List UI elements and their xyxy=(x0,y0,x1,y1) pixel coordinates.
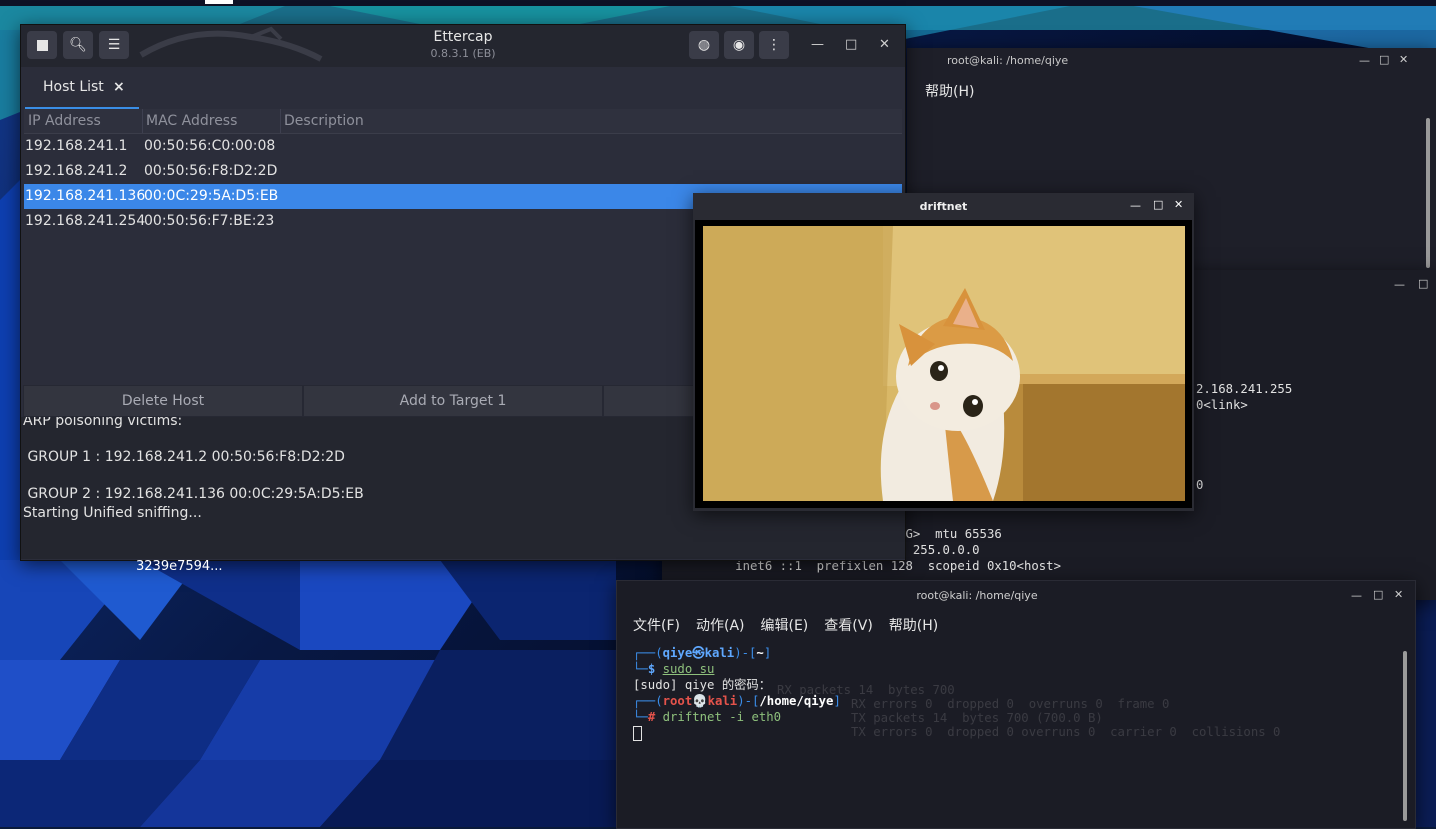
command-text: driftnet -i eth0 xyxy=(662,710,782,724)
column-separator[interactable] xyxy=(280,109,281,133)
menu-view[interactable]: 查看(V) xyxy=(824,618,873,634)
prompt-host: kali xyxy=(704,646,735,660)
output-fragment-broadcast: 2.168.241.255 xyxy=(1196,382,1293,396)
cat-illustration xyxy=(703,226,1185,501)
minimize-icon[interactable]: — xyxy=(1351,589,1362,602)
output-line: [sudo] qiye 的密码： xyxy=(633,678,772,692)
prompt-line: ┌──(qiye㉿kali)-[~] xyxy=(633,646,772,660)
prompt-line: ┌──(root💀kali)-[/home/qiye] xyxy=(633,694,841,708)
tab-close-icon[interactable]: × xyxy=(113,79,125,95)
maximize-icon[interactable]: □ xyxy=(845,37,857,52)
scrollbar[interactable] xyxy=(1426,118,1430,268)
host-mac: 00:0C:29:5A:D5:EB xyxy=(144,188,279,204)
column-header-description[interactable]: Description xyxy=(284,113,364,129)
close-icon[interactable]: ✕ xyxy=(1394,588,1403,601)
kebab-menu-icon: ⋮ xyxy=(767,37,781,53)
close-icon[interactable]: ✕ xyxy=(879,37,890,52)
top-panel xyxy=(0,0,1436,6)
minimize-icon[interactable]: — xyxy=(811,37,824,52)
terminal-window-front[interactable]: root@kali: /home/qiye — □ ✕ 文件(F) 动作(A) 编辑… xyxy=(616,580,1416,829)
table-header: IP Address MAC Address Description xyxy=(24,109,902,134)
text-cursor xyxy=(633,726,642,741)
prompt-dir: ~ xyxy=(756,646,764,660)
command-line: └─# driftnet -i eth0 xyxy=(633,710,782,724)
desktop-file-label[interactable]: 3239e7594... xyxy=(136,559,223,574)
menu-help[interactable]: 帮助(H) xyxy=(925,81,974,101)
add-to-target1-button[interactable]: Add to Target 1 xyxy=(303,385,603,417)
prompt-host: kali xyxy=(707,694,738,708)
scrollbar[interactable] xyxy=(1403,651,1407,821)
mitm-button[interactable]: ◍ xyxy=(689,31,719,59)
prompt-user: qiye xyxy=(662,646,693,660)
log-line: GROUP 1 : 192.168.241.2 00:50:56:F8:D2:2… xyxy=(23,449,345,465)
minimize-icon[interactable]: — xyxy=(1130,199,1141,212)
background-text-ghost: RX packets 14 bytes 700 RX errors 0 drop… xyxy=(777,683,1281,739)
prompt-user: root xyxy=(662,694,693,708)
log-line: ARP poisoning victims: xyxy=(23,417,183,429)
tab-bar: Host List × xyxy=(21,69,905,110)
table-row[interactable]: 192.168.241.1 00:50:56:C0:00:08 xyxy=(24,134,902,159)
maximize-icon[interactable]: □ xyxy=(1418,277,1428,290)
log-line: GROUP 2 : 192.168.241.136 00:0C:29:5A:D5… xyxy=(23,486,364,502)
column-header-ip[interactable]: IP Address xyxy=(28,113,101,129)
table-row[interactable]: 192.168.241.2 00:50:56:F8:D2:2D xyxy=(24,159,902,184)
tab-host-list[interactable]: Host List × xyxy=(25,69,139,110)
ettercap-header: 🔍︎ ☰ Ettercap 0.8.3.1 (EB) ◍ ◉ ⋮ — □ ✕ xyxy=(21,25,905,67)
terminal-output: ┌──(qiye㉿kali)-[~] └─$ sudo su [sudo] qi… xyxy=(633,645,841,741)
minimize-icon[interactable]: — xyxy=(1394,278,1405,291)
maximize-icon[interactable]: □ xyxy=(1379,53,1389,66)
cursor-line[interactable] xyxy=(633,725,841,741)
driftnet-window[interactable]: driftnet — □ ✕ xyxy=(693,193,1194,511)
close-icon[interactable]: ✕ xyxy=(1399,53,1408,66)
record-icon: ◉ xyxy=(732,37,746,53)
terminal-title: root@kali: /home/qiye xyxy=(916,589,1038,602)
host-ip: 192.168.241.136 xyxy=(25,188,146,204)
command-line: └─$ sudo su xyxy=(633,662,715,676)
window-title: driftnet xyxy=(919,200,968,213)
workspace-indicator[interactable] xyxy=(205,0,233,4)
output-fragment-zero: 0 xyxy=(1196,478,1204,492)
minimize-icon[interactable]: — xyxy=(1359,54,1370,67)
host-ip: 192.168.241.254 xyxy=(25,213,146,229)
globe-icon: ◍ xyxy=(697,37,711,53)
host-ip: 192.168.241.2 xyxy=(25,163,128,179)
image-frame xyxy=(695,220,1192,508)
close-icon[interactable]: ✕ xyxy=(1174,198,1183,211)
menu-button[interactable]: ⋮ xyxy=(759,31,789,59)
maximize-icon[interactable]: □ xyxy=(1153,198,1163,211)
prompt-dir: /home/qiye xyxy=(759,694,834,708)
host-mac: 00:50:56:F7:BE:23 xyxy=(144,213,275,229)
output-fragment-link: 0<link> xyxy=(1196,398,1248,412)
menu-action[interactable]: 动作(A) xyxy=(696,618,745,634)
maximize-icon[interactable]: □ xyxy=(1373,588,1383,601)
column-header-mac[interactable]: MAC Address xyxy=(146,113,237,129)
host-mac: 00:50:56:C0:00:08 xyxy=(144,138,276,154)
captured-cat-image[interactable] xyxy=(703,226,1185,501)
menu-edit[interactable]: 编辑(E) xyxy=(761,618,809,634)
terminal-title: root@kali: /home/qiye xyxy=(947,54,1069,67)
host-mac: 00:50:56:F8:D2:2D xyxy=(144,163,278,179)
delete-host-button[interactable]: Delete Host xyxy=(23,385,303,417)
menu-file[interactable]: 文件(F) xyxy=(633,618,680,634)
record-button[interactable]: ◉ xyxy=(724,31,754,59)
column-separator[interactable] xyxy=(142,109,143,133)
menu-bar: 文件(F) 动作(A) 编辑(E) 查看(V) 帮助(H) xyxy=(633,615,954,635)
log-line: Starting Unified sniffing... xyxy=(23,505,202,521)
menu-help[interactable]: 帮助(H) xyxy=(889,618,938,634)
command-text: sudo su xyxy=(662,662,715,676)
tab-label: Host List xyxy=(43,79,104,95)
host-ip: 192.168.241.1 xyxy=(25,138,128,154)
